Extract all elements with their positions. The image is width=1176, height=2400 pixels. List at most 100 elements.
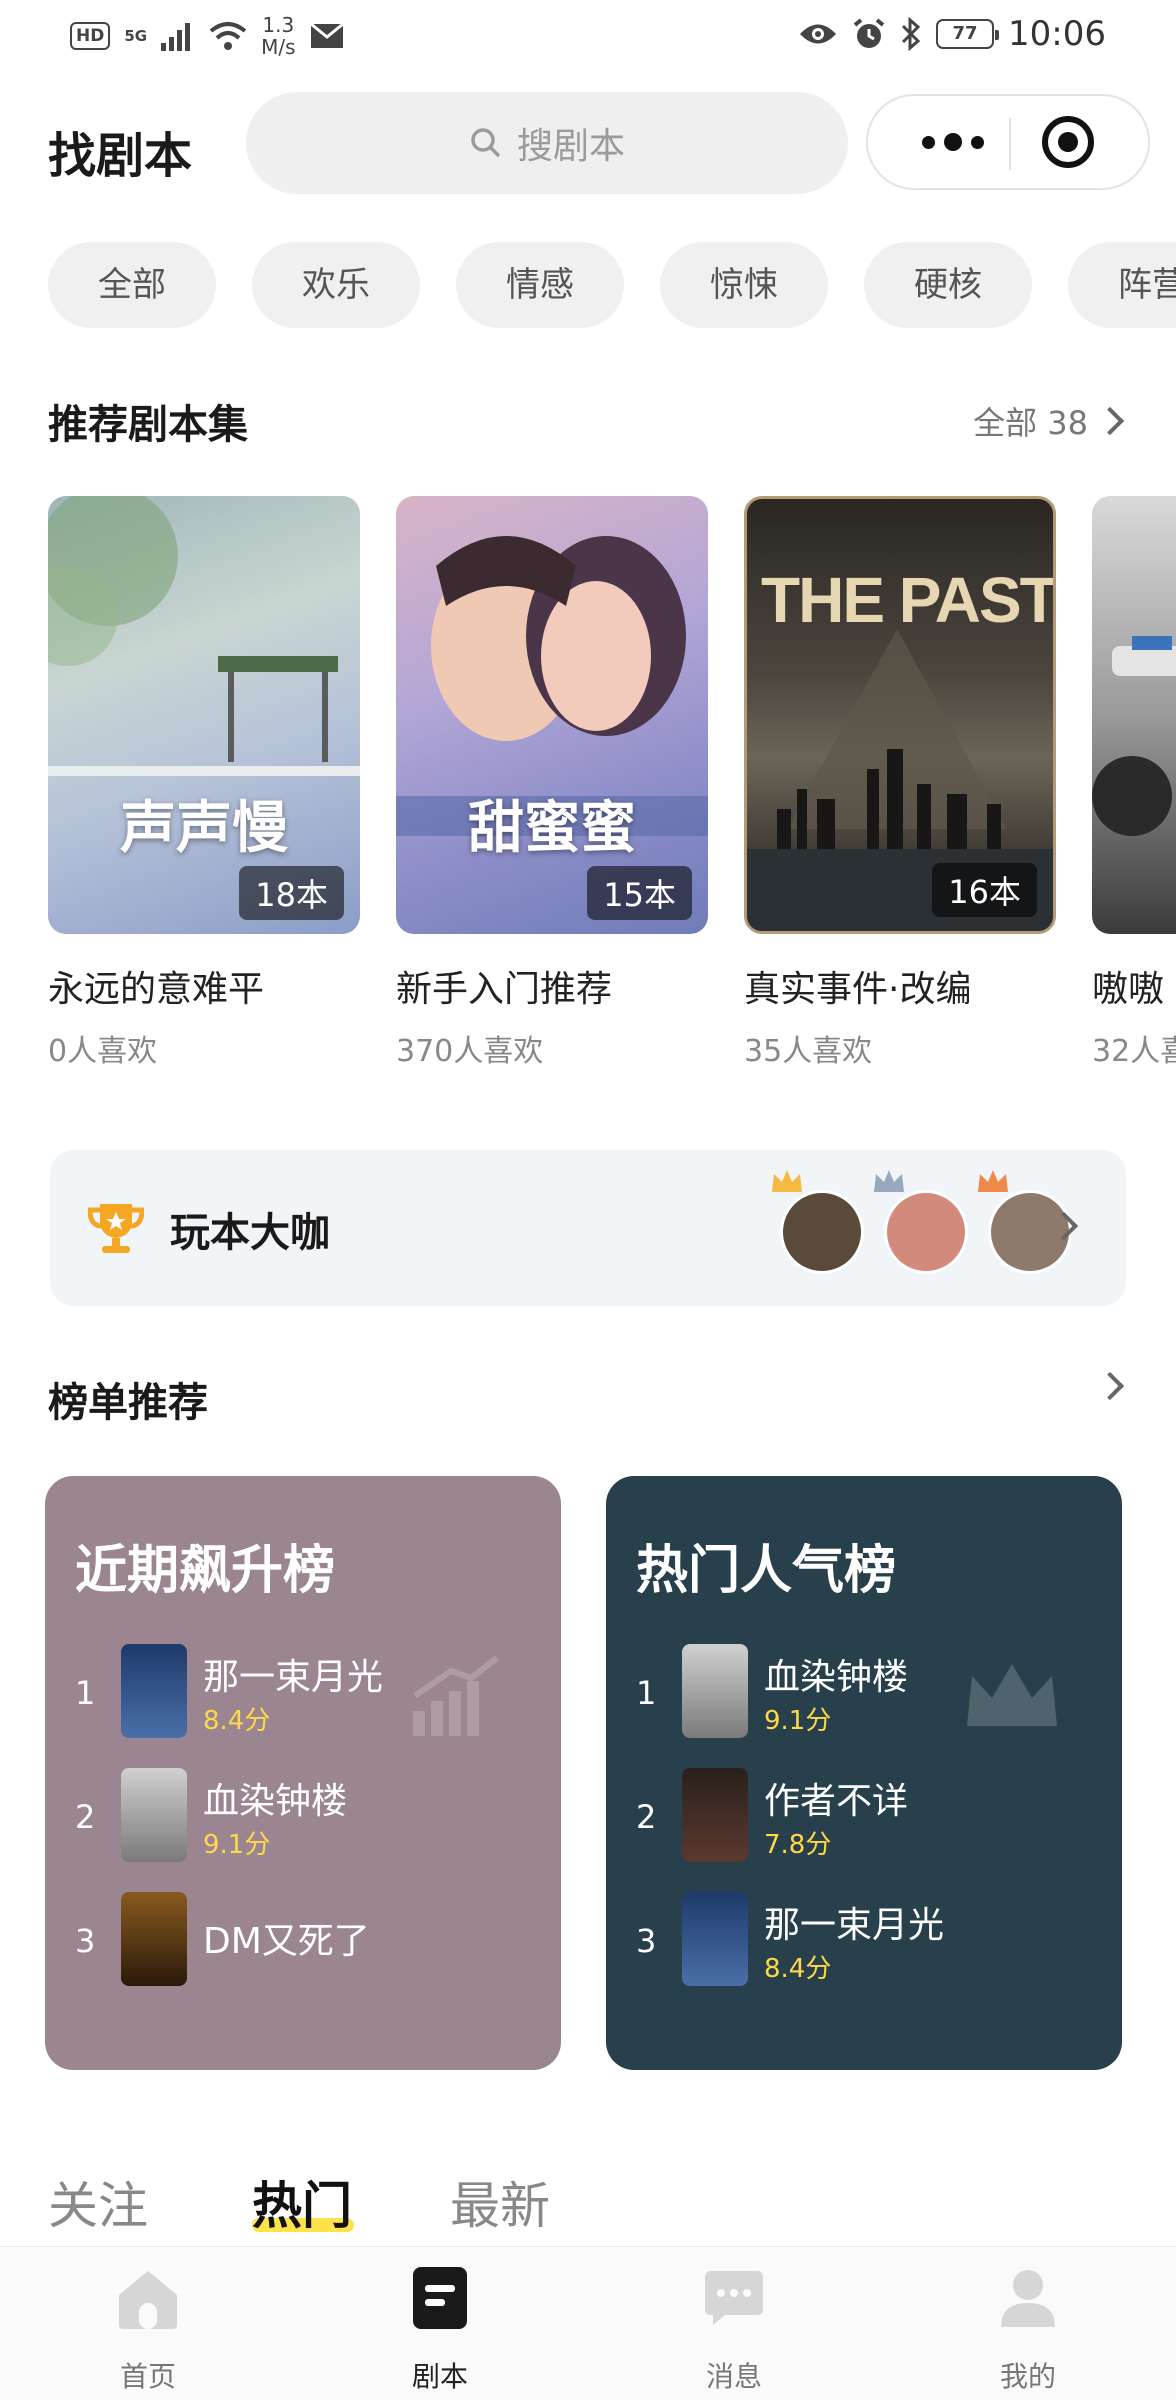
view-all-collections-link[interactable]: 全部 38	[973, 398, 1128, 444]
tab-following[interactable]: 关注	[48, 2166, 148, 2238]
collection-cover: 声声慢 18本	[48, 496, 360, 934]
rising-ranking-card[interactable]: 近期飙升榜 1 那一束月光 8.4分 2 血染钟楼 9.1分 3 DM又死了	[45, 1476, 561, 2070]
collection-likes: 370人喜欢	[396, 1034, 544, 1069]
rank-number: 3	[636, 1922, 657, 1960]
bluetooth-icon	[901, 17, 921, 51]
collection-carousel: 声声慢 18本 永远的意难平 0人喜欢 甜蜜蜜 15本 新手入门推荐 370人喜…	[48, 496, 1176, 1076]
search-icon	[471, 128, 501, 158]
home-icon	[119, 2271, 177, 2329]
rank-number: 1	[636, 1674, 657, 1712]
category-chip-thriller[interactable]: 惊悚	[660, 242, 828, 328]
miniprogram-capsule	[866, 94, 1150, 190]
script-thumbnail	[682, 1892, 748, 1986]
trophy-icon	[88, 1204, 144, 1253]
ranking-item[interactable]: 2 血染钟楼 9.1分	[75, 1768, 535, 1864]
crown-bronze-icon	[978, 1170, 1008, 1192]
capsule-divider	[1009, 118, 1011, 170]
more-dot-icon	[922, 135, 935, 149]
ranking-title: 热门人气榜	[636, 1541, 897, 1601]
nav-messages[interactable]: 消息	[654, 2265, 814, 2395]
signal-icon	[161, 23, 191, 51]
category-chip-hardcore[interactable]: 硬核	[864, 242, 1032, 328]
wifi-icon	[209, 22, 247, 50]
popular-ranking-card[interactable]: 热门人气榜 1 血染钟楼 9.1分 2 作者不详 7.8分 3 那一束月光 8.…	[606, 1476, 1122, 2070]
category-chips: 全部 欢乐 情感 惊悚 硬核 阵营	[48, 242, 1176, 328]
script-count-badge: 18本	[239, 866, 344, 920]
ranking-item[interactable]: 1 那一束月光 8.4分	[75, 1644, 535, 1740]
status-right: 77 10:06	[798, 14, 1106, 54]
nav-label: 消息	[705, 2360, 762, 2393]
view-all-rankings-link[interactable]	[1095, 1371, 1128, 1401]
crown-gold-icon	[772, 1170, 802, 1192]
rankings-header: 榜单推荐	[48, 1370, 1128, 1430]
collection-card[interactable]: 声声慢 18本 永远的意难平 0人喜欢	[48, 496, 360, 1070]
nav-home[interactable]: 首页	[68, 2265, 228, 2395]
eye-icon	[800, 24, 837, 44]
avatar[interactable]	[780, 1190, 864, 1274]
ranking-item[interactable]: 1 血染钟楼 9.1分	[636, 1644, 1096, 1740]
script-score: 7.8分	[764, 1830, 832, 1860]
cover-title-art: 甜蜜蜜	[468, 795, 636, 861]
view-all-label: 全部 38	[973, 404, 1088, 442]
hd-badge: HD	[70, 22, 111, 50]
collection-card[interactable]: 嗷嗷 32人喜欢	[1092, 496, 1176, 1070]
avatar[interactable]	[884, 1190, 968, 1274]
status-left: HD 5G 1.3 M/s	[70, 14, 344, 58]
search-input[interactable]: 搜剧本	[246, 92, 848, 194]
category-chip-faction[interactable]: 阵营	[1068, 242, 1176, 328]
collection-card[interactable]: THE PAST集 16本 真实事件·改编 35人喜欢	[744, 496, 1056, 1070]
nav-profile[interactable]: 我的	[948, 2265, 1108, 2395]
script-thumbnail	[121, 1892, 187, 1986]
collection-name: 嗷嗷	[1092, 969, 1165, 1010]
nav-label: 我的	[999, 2360, 1056, 2393]
top-players-title: 玩本大咖	[170, 1210, 330, 1256]
script-name: 作者不详	[764, 1781, 909, 1822]
script-thumbnail	[682, 1768, 748, 1862]
mail-icon	[309, 23, 344, 48]
script-count-badge: 15本	[587, 866, 692, 920]
car-illustration	[1092, 636, 1176, 836]
chevron-right-icon	[1095, 406, 1125, 436]
tab-latest[interactable]: 最新	[450, 2166, 550, 2238]
collection-likes: 32人喜欢	[1092, 1034, 1176, 1069]
status-bar: HD 5G 1.3 M/s 77 10:06	[0, 0, 1176, 72]
recommended-header: 推荐剧本集 全部 38	[48, 392, 1128, 452]
collection-cover: THE PAST集 16本	[744, 496, 1056, 934]
nav-label: 剧本	[411, 2360, 468, 2393]
crown-silver-icon	[874, 1170, 904, 1192]
ranking-item[interactable]: 3 那一束月光 8.4分	[636, 1892, 1096, 1988]
script-name: 那一束月光	[764, 1905, 945, 1946]
cover-title-art: 声声慢	[120, 795, 288, 861]
rank-number: 2	[75, 1798, 96, 1836]
collection-name: 新手入门推荐	[396, 969, 613, 1010]
script-name: 血染钟楼	[764, 1657, 909, 1698]
section-title: 推荐剧本集	[48, 402, 248, 448]
clock: 10:06	[1008, 14, 1106, 54]
more-button[interactable]	[908, 96, 998, 188]
cover-title-art: THE PAST集	[761, 564, 1056, 636]
chevron-right-icon	[1095, 1371, 1125, 1401]
category-chip-all[interactable]: 全部	[48, 242, 216, 328]
ranking-item[interactable]: 3 DM又死了	[75, 1892, 535, 1988]
nav-label: 首页	[119, 2360, 176, 2393]
ranking-item[interactable]: 2 作者不详 7.8分	[636, 1768, 1096, 1864]
collection-likes: 35人喜欢	[744, 1034, 873, 1069]
close-miniprogram-button[interactable]	[1042, 116, 1094, 168]
category-chip-fun[interactable]: 欢乐	[252, 242, 420, 328]
script-score: 9.1分	[203, 1830, 271, 1860]
section-title: 榜单推荐	[48, 1380, 208, 1426]
script-name: 血染钟楼	[203, 1781, 348, 1822]
tab-hot[interactable]: 热门	[252, 2166, 352, 2238]
nav-scripts[interactable]: 剧本	[360, 2265, 520, 2395]
search-placeholder: 搜剧本	[516, 126, 625, 167]
script-name: DM又死了	[203, 1921, 370, 1962]
script-thumbnail	[121, 1768, 187, 1862]
page-title: 找剧本	[48, 128, 193, 184]
speed-unit: M/s	[261, 35, 296, 59]
bottom-navigation: 首页 剧本 消息 我的	[0, 2246, 1176, 2400]
network-speed: 1.3 M/s	[261, 14, 295, 58]
category-chip-emotion[interactable]: 情感	[456, 242, 624, 328]
more-dot-icon	[944, 133, 962, 151]
collection-card[interactable]: 甜蜜蜜 15本 新手入门推荐 370人喜欢	[396, 496, 708, 1070]
top-players-banner[interactable]: 玩本大咖	[50, 1150, 1126, 1306]
